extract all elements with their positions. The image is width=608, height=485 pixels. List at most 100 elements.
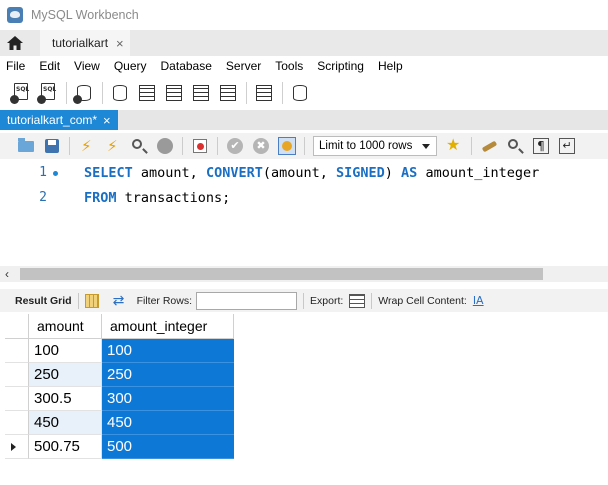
create-view-icon[interactable] [163, 82, 185, 104]
stop-on-error-icon[interactable] [191, 137, 209, 155]
menu-database[interactable]: Database [154, 59, 219, 73]
wrap-cell-content-label: Wrap Cell Content: [378, 294, 467, 307]
beautify-icon[interactable] [480, 137, 498, 155]
row-header[interactable] [5, 387, 29, 411]
create-procedure-icon[interactable] [190, 82, 212, 104]
home-button[interactable] [0, 30, 30, 56]
close-icon[interactable]: × [103, 113, 111, 128]
column-header-amount[interactable]: amount [29, 314, 102, 339]
cell-amount-integer[interactable]: 250 [102, 363, 234, 387]
connection-tab-bar: tutorialkart × [0, 30, 608, 56]
editor-horizontal-scrollbar[interactable]: ‹ [0, 266, 608, 282]
cell-amount-integer[interactable]: 500 [102, 435, 234, 459]
reconnect-icon[interactable] [289, 82, 311, 104]
autocommit-toggle-icon[interactable] [278, 137, 296, 155]
create-table-icon[interactable] [136, 82, 158, 104]
sql-keyword: SELECT [84, 165, 133, 181]
code-line: 1 SELECT amount, CONVERT(amount, SIGNED)… [0, 163, 608, 183]
inspector-icon[interactable] [73, 82, 95, 104]
find-icon[interactable] [506, 137, 524, 155]
sql-keyword: AS [401, 165, 418, 181]
result-grid[interactable]: amount amount_integer 100 100 250 250 30… [0, 313, 608, 485]
filter-rows-input[interactable] [196, 291, 298, 310]
sql-text: amount, [132, 165, 206, 181]
sql-text: (amount, [262, 165, 336, 181]
result-grid-tab[interactable]: Result Grid [15, 295, 72, 307]
cell-amount[interactable]: 100 [29, 339, 102, 363]
connection-tab-tutorialkart[interactable]: tutorialkart × [40, 30, 130, 56]
table-row[interactable]: 300.5 300 [5, 387, 234, 411]
cell-amount-integer[interactable]: 100 [102, 339, 234, 363]
cell-amount[interactable]: 500.75 [29, 435, 102, 459]
sql-keyword: FROM [84, 190, 117, 206]
toolbar-separator [304, 137, 305, 155]
create-function-icon[interactable] [217, 82, 239, 104]
menu-help[interactable]: Help [371, 59, 410, 73]
toolbar-separator [182, 137, 183, 155]
sql-keyword: SIGNED [336, 165, 385, 181]
toolbar-separator [217, 137, 218, 155]
limit-rows-value: Limit to 1000 rows [319, 140, 413, 152]
row-header[interactable] [5, 411, 29, 435]
limit-rows-select[interactable]: Limit to 1000 rows [313, 136, 437, 156]
chevron-down-icon [422, 144, 430, 149]
execute-all-icon[interactable]: ⚡ [78, 137, 96, 155]
menu-tools[interactable]: Tools [268, 59, 310, 73]
table-row[interactable]: 100 100 [5, 339, 234, 363]
add-snippet-icon[interactable]: ★ [445, 136, 463, 155]
line-number: 1 [39, 165, 47, 180]
scrollbar-thumb[interactable] [20, 268, 543, 280]
create-schema-icon[interactable] [109, 82, 131, 104]
toolbar-separator [77, 292, 79, 309]
cell-amount-integer[interactable]: 450 [102, 411, 234, 435]
query-tab-tutorialkart-com[interactable]: tutorialkart_com* × [0, 110, 118, 130]
search-table-data-icon[interactable] [253, 82, 275, 104]
cell-amount[interactable]: 250 [29, 363, 102, 387]
cell-amount-integer[interactable]: 300 [102, 387, 234, 411]
open-folder-icon[interactable] [17, 137, 35, 155]
toolbar-separator [371, 292, 373, 309]
stop-icon[interactable] [156, 137, 174, 155]
menu-server[interactable]: Server [219, 59, 268, 73]
toolbar-separator [69, 137, 70, 155]
execute-current-icon[interactable]: ⚡ [104, 137, 122, 155]
save-icon[interactable] [43, 137, 61, 155]
menu-scripting[interactable]: Scripting [310, 59, 371, 73]
row-header[interactable] [5, 363, 29, 387]
export-label: Export: [310, 294, 344, 307]
wrap-cell-content-icon[interactable]: IA [473, 294, 484, 307]
open-sql-script-icon[interactable]: SQL [37, 82, 59, 104]
table-row[interactable]: 500.75 500 [5, 435, 234, 459]
menu-file[interactable]: File [0, 59, 32, 73]
column-header-amount-integer[interactable]: amount_integer [102, 314, 234, 339]
toolbar-separator [282, 82, 283, 104]
line-number: 2 [39, 190, 47, 205]
row-header[interactable] [5, 339, 29, 363]
grid-view-icon[interactable] [84, 293, 99, 308]
code-line: 2 FROM transactions; [0, 188, 608, 208]
query-tab-bar: tutorialkart_com* × [0, 110, 608, 130]
refresh-icon[interactable]: ⇄ [113, 294, 129, 308]
invisible-chars-icon[interactable]: ¶ [532, 137, 550, 155]
row-header[interactable] [5, 435, 29, 459]
menu-view[interactable]: View [67, 59, 107, 73]
sql-statement-line-1: SELECT amount, CONVERT(amount, SIGNED) A… [84, 163, 539, 183]
sql-text: transactions; [116, 190, 231, 206]
table-row[interactable]: 250 250 [5, 363, 234, 387]
cell-amount[interactable]: 450 [29, 411, 102, 435]
title-bar: MySQL Workbench [0, 0, 608, 30]
commit-icon[interactable]: ✔ [226, 137, 244, 155]
explain-icon[interactable] [130, 137, 148, 155]
export-icon[interactable] [349, 293, 366, 308]
scroll-left-arrow-icon[interactable]: ‹ [5, 267, 9, 281]
word-wrap-icon[interactable]: ↵ [558, 137, 576, 155]
cell-amount[interactable]: 300.5 [29, 387, 102, 411]
menu-edit[interactable]: Edit [32, 59, 67, 73]
rollback-icon[interactable]: ✖ [252, 137, 270, 155]
close-icon[interactable]: × [116, 36, 124, 51]
table-row[interactable]: 450 450 [5, 411, 234, 435]
toolbar-separator [246, 82, 247, 104]
new-sql-tab-icon[interactable]: SQL [10, 82, 32, 104]
menu-query[interactable]: Query [107, 59, 154, 73]
sql-editor[interactable]: 1 SELECT amount, CONVERT(amount, SIGNED)… [0, 160, 608, 264]
